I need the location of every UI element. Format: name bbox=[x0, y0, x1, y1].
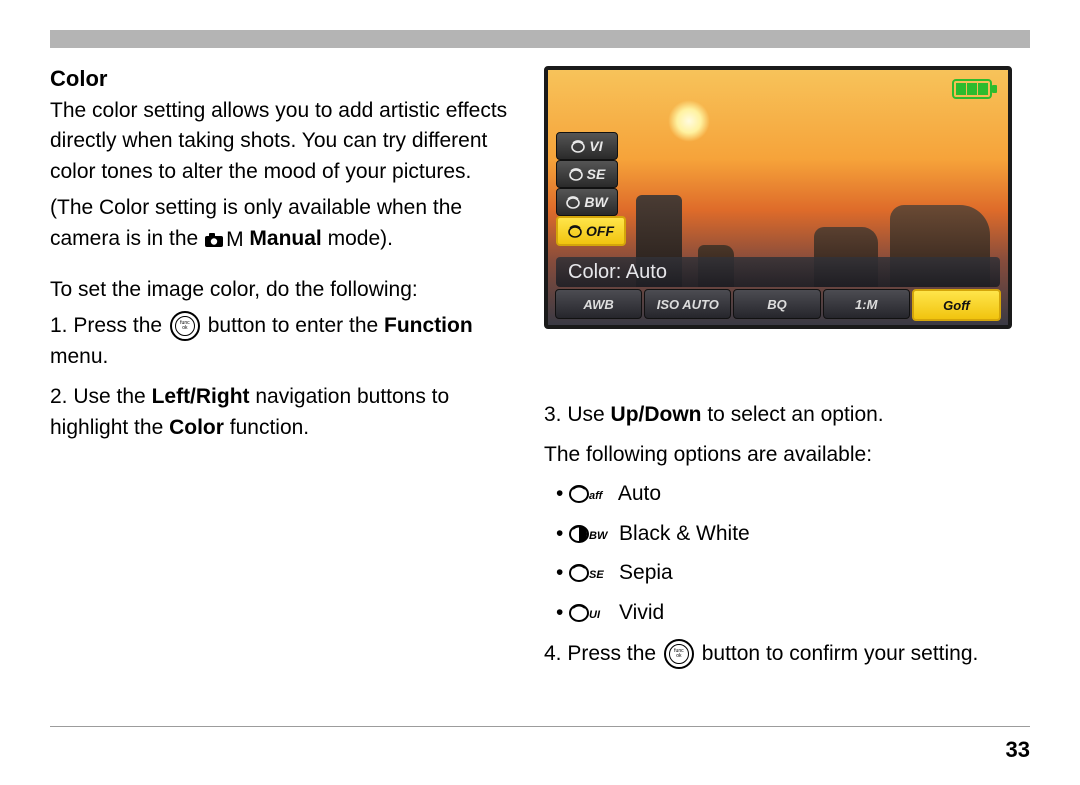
lead-instruction: To set the image color, do the following… bbox=[50, 275, 520, 305]
lcd-side-item-se: SE bbox=[556, 160, 618, 188]
footer-divider bbox=[50, 726, 1030, 727]
color-options-list: aff Auto BW Black & White SE Sepia UI bbox=[544, 478, 1030, 628]
vivid-color-icon: UI bbox=[569, 604, 609, 622]
battery-icon bbox=[952, 78, 998, 100]
lcd-side-item-vi: VI bbox=[556, 132, 618, 160]
step3-follow: The following options are available: bbox=[544, 439, 1030, 471]
option-vivid-label: Vivid bbox=[619, 601, 664, 624]
manual-bold: Manual bbox=[249, 227, 321, 250]
camera-lcd-preview: VISEBWOFF Color: Auto AWBISO AUTOBQ1:MGo… bbox=[544, 66, 1012, 329]
step3-bold: Up/Down bbox=[611, 403, 702, 426]
page-number: 33 bbox=[1006, 737, 1030, 763]
left-column: Color The color setting allows you to ad… bbox=[50, 66, 520, 678]
lcd-bottom-row: AWBISO AUTOBQ1:MGoff bbox=[554, 289, 1002, 321]
step2-bold1: Left/Right bbox=[152, 385, 250, 408]
lcd-side-item-bw: BW bbox=[556, 188, 618, 216]
mode-letter: M bbox=[226, 228, 244, 251]
color-side-stack: VISEBWOFF bbox=[556, 132, 626, 246]
svg-text:UI: UI bbox=[589, 609, 601, 621]
right-column: VISEBWOFF Color: Auto AWBISO AUTOBQ1:MGo… bbox=[544, 66, 1030, 678]
lcd-bottom-item-2: BQ bbox=[733, 289, 820, 319]
step2-c: function. bbox=[224, 416, 309, 439]
step2-a: 2. Use the bbox=[50, 385, 152, 408]
intro-paragraph-2: (The Color setting is only available whe… bbox=[50, 193, 520, 255]
svg-text:SE: SE bbox=[589, 569, 604, 581]
step-4: 4. Press the funcok button to confirm yo… bbox=[544, 638, 1030, 670]
step1-b: button to enter the bbox=[202, 314, 384, 337]
intro-paragraph-1: The color setting allows you to add arti… bbox=[50, 96, 520, 187]
auto-color-icon: aff bbox=[569, 485, 609, 503]
step-3: 3. Use Up/Down to select an option. The … bbox=[544, 399, 1030, 628]
step3-a: 3. Use bbox=[544, 403, 611, 426]
step4-a: 4. Press the bbox=[544, 642, 662, 665]
step4-b: button to confirm your setting. bbox=[696, 642, 978, 665]
header-bar bbox=[50, 30, 1030, 48]
option-auto-label: Auto bbox=[618, 482, 661, 505]
step3-b: to select an option. bbox=[702, 403, 884, 426]
sepia-color-icon: SE bbox=[569, 564, 609, 582]
ok-label: ok bbox=[182, 326, 187, 331]
bw-color-icon: BW bbox=[569, 525, 609, 543]
step1-c: menu. bbox=[50, 345, 108, 368]
svg-text:aff: aff bbox=[589, 490, 604, 502]
lcd-bottom-item-3: 1:M bbox=[823, 289, 910, 319]
step-1: 1. Press the funcok button to enter the … bbox=[50, 310, 520, 373]
option-sepia-label: Sepia bbox=[619, 561, 673, 584]
lcd-bottom-item-1: ISO AUTO bbox=[644, 289, 731, 319]
func-ok-icon: funcok bbox=[664, 639, 694, 669]
option-auto: aff Auto bbox=[556, 478, 1030, 510]
option-bw-label: Black & White bbox=[619, 522, 750, 545]
lcd-bottom-item-0: AWB bbox=[555, 289, 642, 319]
option-bw: BW Black & White bbox=[556, 518, 1030, 550]
ok-label: ok bbox=[676, 654, 681, 659]
color-status-bar: Color: Auto bbox=[556, 257, 1000, 287]
sun-graphic bbox=[668, 100, 710, 142]
camera-icon bbox=[204, 224, 226, 254]
lcd-bottom-item-4: Goff bbox=[912, 289, 1001, 321]
step2-bold2: Color bbox=[169, 416, 224, 439]
step1-a: 1. Press the bbox=[50, 314, 168, 337]
step1-bold: Function bbox=[384, 314, 473, 337]
option-vivid: UI Vivid bbox=[556, 597, 1030, 629]
intro2-part-b: mode). bbox=[322, 227, 393, 250]
svg-text:BW: BW bbox=[589, 530, 609, 542]
step-2: 2. Use the Left/Right navigation buttons… bbox=[50, 381, 520, 444]
lcd-side-item-off: OFF bbox=[556, 216, 626, 246]
func-ok-icon: funcok bbox=[170, 311, 200, 341]
section-title: Color bbox=[50, 66, 520, 92]
option-sepia: SE Sepia bbox=[556, 557, 1030, 589]
